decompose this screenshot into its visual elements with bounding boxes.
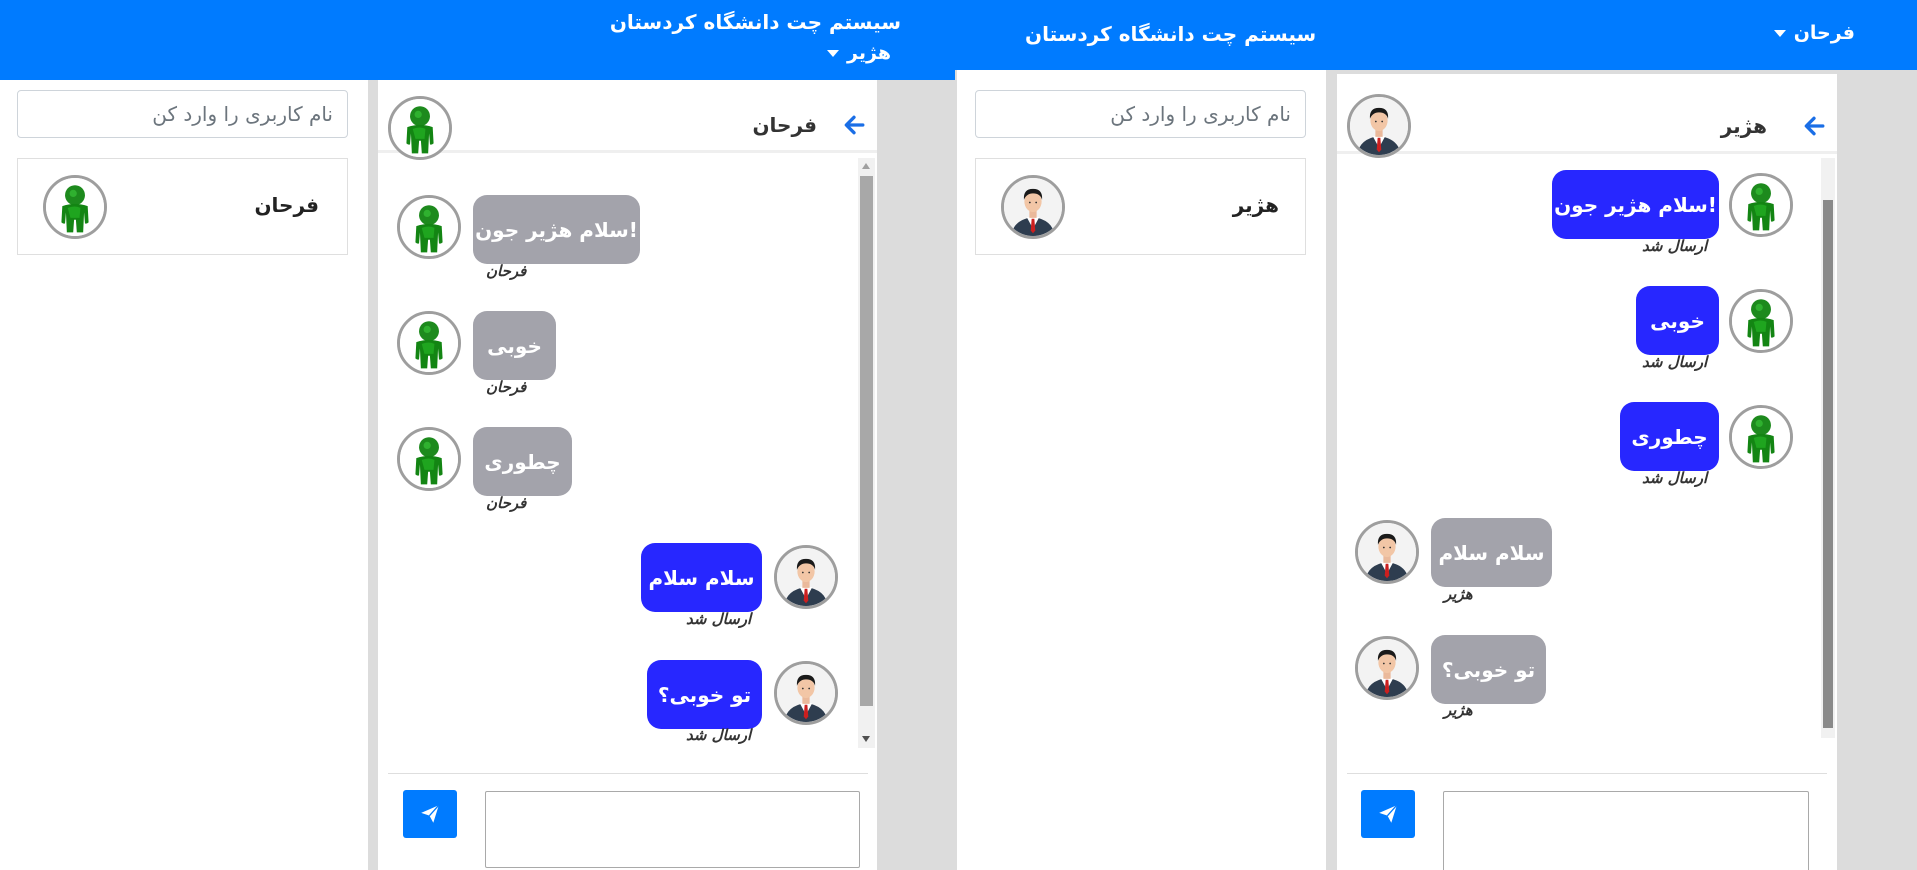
current-user-name: فرحان [1793,22,1855,44]
businessman-avatar [774,545,838,609]
businessman-avatar [774,661,838,725]
businessman-avatar [1347,94,1411,158]
caret-down-icon [827,49,840,57]
chat-panel: هژیر !سلام هژیر جون ارسال شد خوبی ارسال … [1337,74,1837,870]
arrow-left-icon[interactable] [1803,115,1825,137]
search-input[interactable]: نام کاربری را وارد کن [975,90,1306,138]
message-meta: ارسال شد [686,726,752,744]
user-dropdown[interactable]: فرحان [1773,22,1855,44]
chat-panel: فرحان !سلام هژیر جون فرحان خوبی فرحان چط… [378,80,877,870]
sidebar: نام کاربری را وارد کن فرحان [0,80,368,870]
navbar: سیستم چت دانشگاه کردستان فرحان [955,0,1917,70]
scrollbar-thumb[interactable] [860,176,873,706]
contact-item[interactable]: هژیر [975,158,1306,255]
contact-name: هژیر [1232,193,1279,217]
message-meta: فرحان [486,262,527,280]
send-button[interactable] [1361,790,1415,838]
message-bubble: تو خوبی؟ [1431,635,1546,704]
caret-down-icon [1773,29,1786,37]
businessman-avatar [1355,520,1419,584]
green-user-avatar [388,96,452,160]
brand-title[interactable]: سیستم چت دانشگاه کردستان [610,10,901,34]
green-user-avatar [1729,405,1793,469]
paper-plane-icon [419,803,441,825]
user-dropdown[interactable]: هژیر [827,42,891,64]
send-button[interactable] [403,790,457,838]
message-meta: ارسال شد [1642,237,1708,255]
left-chat-window: سیستم چت دانشگاه کردستان هژیر نام کاربری… [0,0,955,870]
message-bubble: خوبی [473,311,556,380]
chat-title: هژیر [1720,114,1767,138]
message-bubble: چطوری [1620,402,1719,471]
contact-item[interactable]: فرحان [17,158,348,255]
message-bubble: خوبی [1636,286,1719,355]
search-input[interactable]: نام کاربری را وارد کن [17,90,348,138]
scrollbar-thumb[interactable] [1823,200,1833,728]
green-user-avatar [397,311,461,375]
businessman-avatar [1001,175,1065,239]
current-user-name: هژیر [847,42,891,64]
green-user-avatar [43,175,107,239]
message-meta: ارسال شد [1642,353,1708,371]
green-user-avatar [1729,289,1793,353]
scrollbar[interactable] [858,158,875,748]
businessman-avatar [1355,636,1419,700]
sidebar: نام کاربری را وارد کن هژیر [957,70,1326,870]
scroll-down-icon[interactable] [862,736,870,742]
message-meta: هژیر [1444,701,1473,719]
message-meta: ارسال شد [686,610,752,628]
chat-header: هژیر [1337,74,1837,158]
message-bubble: سلام سلام [1431,518,1552,587]
message-meta: ارسال شد [1642,469,1708,487]
message-meta: فرحان [486,378,527,396]
message-bubble: !سلام هژیر جون [1552,170,1719,239]
scroll-up-icon[interactable] [862,163,870,169]
paper-plane-icon [1377,803,1399,825]
message-bubble: سلام سلام [641,543,762,612]
chat-title: فرحان [752,113,817,137]
message-input[interactable] [485,791,860,868]
message-bubble: تو خوبی؟ [647,660,762,729]
divider [1347,773,1827,774]
chat-header: فرحان [378,80,877,160]
contact-name: فرحان [254,193,319,217]
navbar: سیستم چت دانشگاه کردستان هژیر [0,0,955,80]
green-user-avatar [397,427,461,491]
message-bubble: !سلام هژیر جون [473,195,640,264]
brand-title[interactable]: سیستم چت دانشگاه کردستان [1025,22,1316,46]
arrow-left-icon[interactable] [843,114,865,136]
message-bubble: چطوری [473,427,572,496]
message-meta: فرحان [486,494,527,512]
divider [388,773,868,774]
message-input[interactable] [1443,791,1809,870]
scrollbar[interactable] [1821,158,1835,738]
right-chat-window: سیستم چت دانشگاه کردستان فرحان نام کاربر… [955,0,1917,870]
green-user-avatar [397,195,461,259]
message-meta: هژیر [1444,585,1473,603]
green-user-avatar [1729,173,1793,237]
